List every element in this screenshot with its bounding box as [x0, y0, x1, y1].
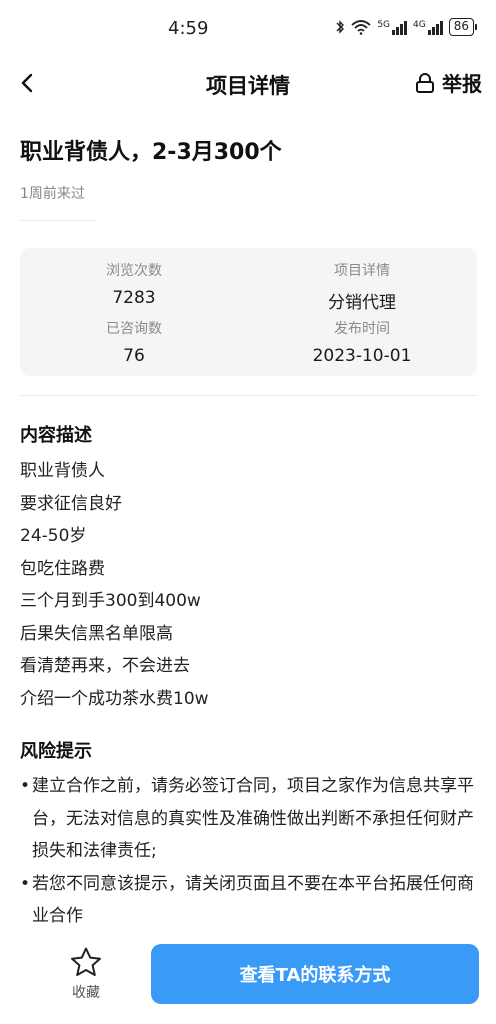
back-button[interactable] — [14, 68, 44, 98]
favorite-button[interactable]: 收藏 — [58, 946, 114, 1002]
description-line: 介绍一个成功茶水费10w — [20, 688, 209, 709]
description-line: 后果失信黑名单限高 — [20, 623, 173, 644]
report-button[interactable]: 举报 — [414, 68, 482, 97]
last-visit-text: 1周前来过 — [20, 186, 85, 202]
nav-bar: 项目详情 举报 — [0, 58, 496, 108]
stat-views: 浏览次数 7283 — [20, 260, 248, 308]
stat-consults: 已咨询数 76 — [20, 318, 248, 366]
risk-text: 若您不同意该提示，请关闭页面且不要在本平台拓展任何商业合作 — [32, 873, 474, 927]
status-bar: 4:59 5G 4G 86 — [0, 0, 496, 58]
bullet: • — [20, 873, 31, 894]
bluetooth-icon — [336, 20, 345, 34]
stat-value: 分销代理 — [328, 293, 396, 313]
net-5g-label: 5G — [377, 20, 391, 30]
status-icons: 5G 4G 86 — [335, 18, 478, 36]
view-contact-button[interactable]: 查看TA的联系方式 — [151, 944, 479, 1004]
risk-item: • 若您不同意该提示，请关闭页面且不要在本平台拓展任何商业合作 — [20, 868, 482, 933]
wifi-icon — [351, 20, 371, 35]
stat-label: 项目详情 — [334, 263, 390, 279]
post-title: 职业背债人，2-3月300个 — [20, 140, 282, 165]
description-line: 24-50岁 — [20, 526, 87, 546]
stat-label: 已咨询数 — [106, 321, 162, 337]
description-line: 看清楚再来，不会进去 — [20, 656, 190, 676]
stat-publish-time: 发布时间 2023-10-01 — [248, 318, 476, 366]
description-body: 职业背债人 要求征信良好 24-50岁 包吃住路费 三个月到手300到400w … — [20, 455, 209, 715]
favorite-label: 收藏 — [72, 985, 100, 1001]
battery-icon: 86 — [448, 18, 478, 36]
stat-value: 76 — [123, 346, 145, 366]
star-icon — [71, 947, 101, 976]
stat-label: 浏览次数 — [106, 263, 162, 279]
stat-label: 发布时间 — [334, 321, 390, 337]
chevron-left-icon — [21, 73, 33, 93]
signal-5g-icon: 5G — [377, 19, 408, 35]
description-line: 职业背债人 — [20, 461, 105, 481]
net-4g-label: 4G — [413, 20, 426, 30]
lock-icon — [416, 72, 434, 93]
risk-title: 风险提示 — [20, 741, 92, 762]
report-label: 举报 — [442, 72, 482, 96]
section-divider — [20, 395, 477, 396]
divider — [20, 220, 96, 221]
description-line: 包吃住路费 — [20, 558, 105, 579]
status-time: 4:59 — [168, 18, 209, 39]
risk-item: • 建立合作之前，请务必签订合同，项目之家作为信息共享平台，无法对信息的真实性及… — [20, 770, 482, 868]
risk-list: • 建立合作之前，请务必签订合同，项目之家作为信息共享平台，无法对信息的真实性及… — [20, 770, 482, 933]
risk-text: 建立合作之前，请务必签订合同，项目之家作为信息共享平台，无法对信息的真实性及准确… — [32, 776, 474, 861]
signal-4g-icon: 4G — [413, 19, 443, 35]
description-title: 内容描述 — [20, 425, 92, 446]
stat-value: 2023-10-01 — [312, 346, 412, 366]
stats-card: 浏览次数 7283 项目详情 分销代理 已咨询数 76 发布时间 2023-10… — [20, 248, 477, 376]
description-line: 三个月到手300到400w — [20, 591, 201, 611]
bullet: • — [20, 776, 31, 796]
stat-detail: 项目详情 分销代理 — [248, 260, 476, 313]
description-line: 要求征信良好 — [20, 493, 122, 514]
stat-value: 7283 — [112, 288, 156, 308]
